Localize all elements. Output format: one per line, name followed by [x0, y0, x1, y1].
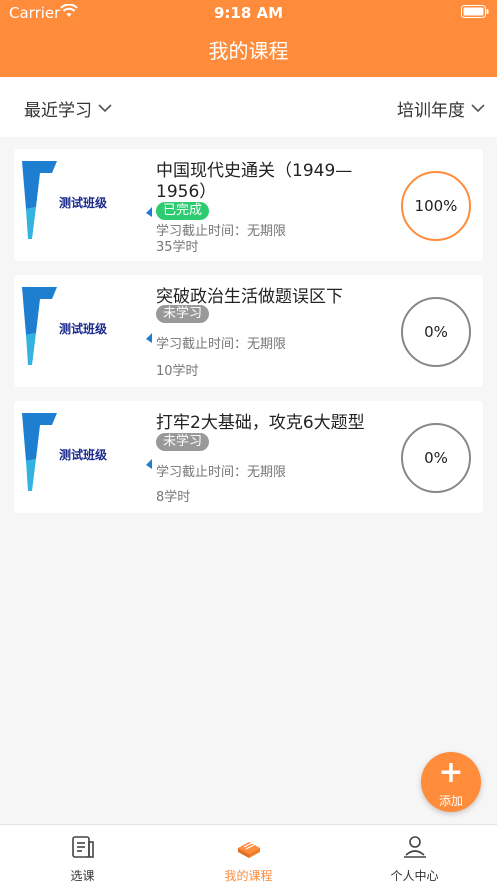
course-thumbnail: 测试班级 — [22, 287, 152, 365]
hours-text: 10学时 — [156, 364, 199, 379]
tab-course-select[interactable]: 选课 — [0, 825, 165, 883]
battery-icon — [461, 5, 489, 18]
thumbnail-text: 测试班级 — [59, 321, 107, 336]
training-year-dropdown[interactable]: 培训年度 — [397, 96, 485, 121]
sort-recent-label: 最近学习 — [24, 101, 92, 121]
progress-circle: 0% — [401, 423, 471, 493]
course-card[interactable]: 测试班级 中国现代史通关（1949—1956） 已完成 学习截止时间：无期限 3… — [14, 149, 483, 261]
thumbnail-text: 测试班级 — [59, 195, 107, 210]
screen: Carrier 9:18 AM 我的课程 最近学习 培训年度 测试班级 中国现代… — [0, 0, 497, 883]
status-badge: 已完成 — [156, 202, 210, 220]
header: Carrier 9:18 AM 我的课程 — [0, 0, 497, 77]
chevron-down-icon — [471, 104, 485, 113]
status-badge: 未学习 — [156, 433, 210, 451]
progress-circle: 0% — [401, 297, 471, 367]
filter-bar: 最近学习 培训年度 — [0, 77, 497, 137]
tab-label: 我的课程 — [224, 869, 273, 883]
hours-text: 8学时 — [156, 490, 191, 505]
tab-label: 个人中心 — [390, 869, 439, 883]
tab-label: 选课 — [70, 869, 95, 883]
course-list-icon — [71, 836, 94, 858]
tab-profile[interactable]: 个人中心 — [332, 825, 497, 883]
user-icon — [403, 836, 426, 858]
course-title: 打牢2大基础，攻克6大题型 — [156, 413, 365, 433]
book-icon — [237, 842, 260, 858]
course-card[interactable]: 测试班级 突破政治生活做题误区下 未学习 学习截止时间：无期限 10学时 0% — [14, 275, 483, 387]
training-year-label: 培训年度 — [397, 101, 465, 121]
course-thumbnail: 测试班级 — [22, 161, 152, 239]
page-title: 我的课程 — [208, 39, 289, 63]
progress-circle: 100% — [401, 171, 471, 241]
deadline-text: 学习截止时间：无期限 — [156, 465, 287, 480]
course-title: 中国现代史通关（1949—1956） — [156, 161, 353, 202]
deadline-text: 学习截止时间：无期限 — [156, 337, 287, 352]
course-thumbnail: 测试班级 — [22, 413, 152, 491]
clock: 9:18 AM — [213, 4, 284, 22]
plus-icon: + — [438, 755, 464, 790]
hours-text: 35学时 — [156, 240, 199, 255]
tab-my-courses[interactable]: 我的课程 — [166, 825, 331, 883]
tab-bar: 选课 我的课程 个人中心 — [0, 824, 497, 883]
chevron-down-icon — [98, 104, 112, 113]
add-label: 添加 — [438, 794, 463, 808]
status-badge: 未学习 — [156, 305, 210, 323]
status-bar: Carrier 9:18 AM — [0, 0, 497, 26]
course-card[interactable]: 测试班级 打牢2大基础，攻克6大题型 未学习 学习截止时间：无期限 8学时 0% — [14, 401, 483, 513]
add-course-button[interactable]: + 添加 — [421, 752, 481, 812]
thumbnail-text: 测试班级 — [59, 447, 107, 462]
sort-recent-dropdown[interactable]: 最近学习 — [24, 96, 112, 121]
